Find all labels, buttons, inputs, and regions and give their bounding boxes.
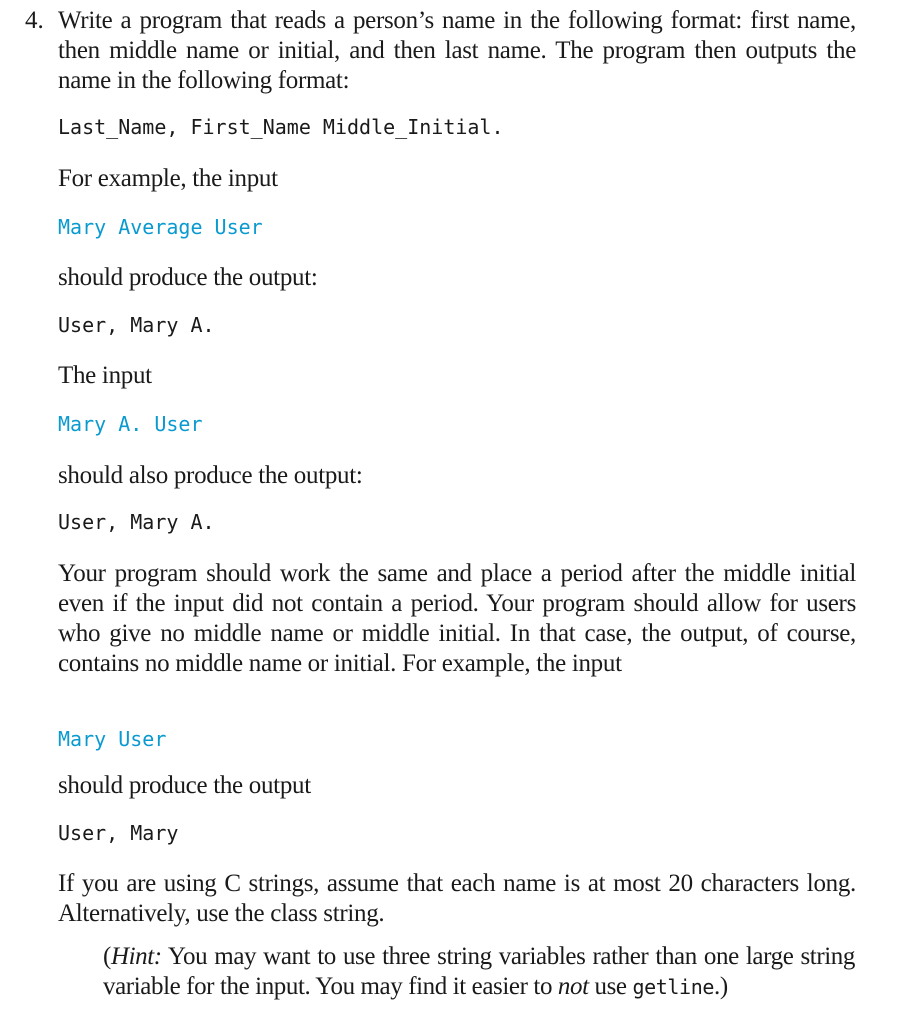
example3-result-label: should produce the output: [58, 772, 311, 799]
format-code: Last_Name, First_Name Middle_Initial.: [58, 115, 504, 139]
example3-input: Mary User: [58, 727, 167, 751]
example2-output: User, Mary A.: [58, 510, 215, 534]
example3-output: User, Mary: [58, 821, 179, 845]
hint-text1: You may want to use three string variabl…: [103, 943, 855, 1000]
example2-result-label: should also produce the output:: [58, 462, 363, 489]
example2-lead: The input: [58, 362, 152, 389]
example1-output: User, Mary A.: [58, 313, 215, 337]
hint-emphasis: not: [557, 973, 589, 1000]
explanation-paragraph: Your program should work the same and pl…: [58, 560, 856, 677]
hint-text2: use: [588, 973, 633, 1000]
exercise-intro: Write a program that reads a person’s na…: [58, 7, 856, 94]
cstring-note: If you are using C strings, assume that …: [58, 870, 856, 927]
example1-result-label: should produce the output:: [58, 264, 318, 291]
hint-open: (: [103, 943, 111, 970]
example1-input: Mary Average User: [58, 215, 263, 239]
hint-label: Hint:: [110, 943, 162, 970]
hint-close: .): [713, 973, 728, 1000]
hint-code: getline: [632, 975, 714, 999]
example1-lead: For example, the input: [58, 165, 278, 192]
exercise-number: 4.: [25, 7, 44, 34]
example2-input: Mary A. User: [58, 412, 203, 436]
hint-paragraph: (Hint: You may want to use three string …: [103, 942, 855, 1002]
